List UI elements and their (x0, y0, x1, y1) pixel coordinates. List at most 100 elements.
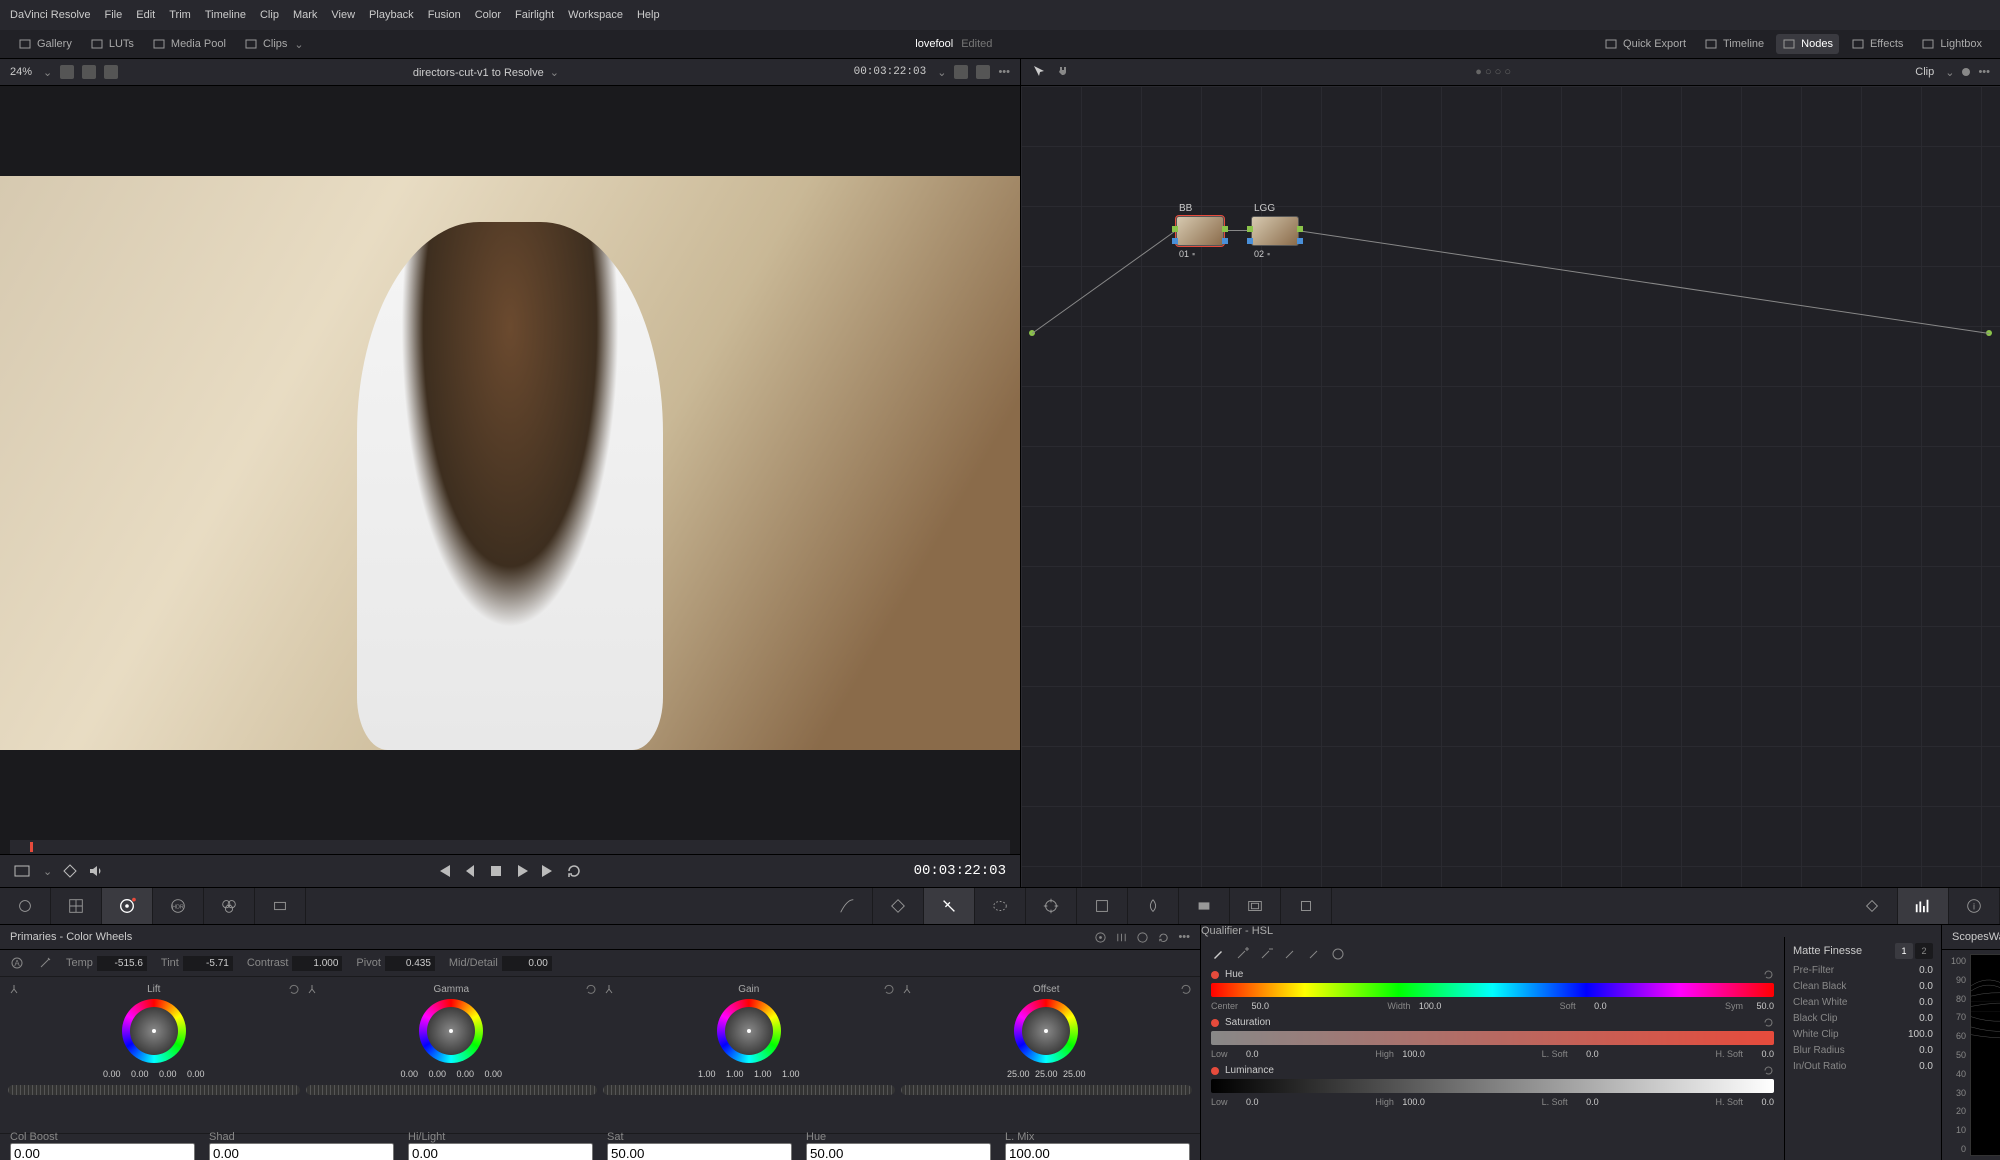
contrast-field[interactable]: Contrast (247, 956, 343, 971)
motion-effects-icon[interactable] (255, 888, 306, 924)
waveform-scope[interactable] (1970, 954, 2000, 1156)
play-button[interactable] (514, 863, 530, 879)
key-icon[interactable] (1179, 888, 1230, 924)
lmix-field[interactable]: L. Mix (1005, 1131, 1190, 1160)
wheels-mode-icon[interactable] (1094, 931, 1107, 944)
luts-button[interactable]: LUTs (84, 34, 140, 54)
curves-icon[interactable] (822, 888, 873, 924)
soft-field[interactable]: Soft0.0 (1560, 1001, 1607, 1011)
enable-toggle[interactable] (1211, 1067, 1219, 1075)
last-frame-button[interactable] (540, 863, 556, 879)
jog-wheel[interactable] (901, 1085, 1193, 1095)
clip-name[interactable]: directors-cut-v1 to Resolve (413, 67, 544, 79)
y-only-icon[interactable] (8, 983, 20, 995)
window-icon[interactable] (975, 888, 1026, 924)
viewer-timecode[interactable]: 00:03:22:03 (854, 66, 927, 78)
lift-wheel[interactable]: Lift0.000.000.000.00 (8, 983, 300, 1133)
menu-timeline[interactable]: Timeline (205, 9, 246, 21)
reset-icon[interactable] (585, 983, 597, 995)
offset-wheel[interactable]: Offset25.0025.0025.00 (901, 983, 1193, 1133)
3d-icon[interactable] (1281, 888, 1332, 924)
matte-tab-1[interactable]: 1 (1895, 943, 1913, 959)
viewer-options-icon[interactable]: ••• (998, 66, 1010, 78)
menu-fusion[interactable]: Fusion (428, 9, 461, 21)
menu-clip[interactable]: Clip (260, 9, 279, 21)
timeline-button[interactable]: Timeline (1698, 34, 1770, 54)
gamma-wheel[interactable]: Gamma0.000.000.000.00 (306, 983, 598, 1133)
picker-add-icon[interactable] (1235, 947, 1249, 961)
menu-color[interactable]: Color (475, 9, 501, 21)
saturation-range-strip[interactable] (1211, 1031, 1774, 1045)
menu-help[interactable]: Help (637, 9, 660, 21)
jog-wheel[interactable] (603, 1085, 895, 1095)
log-mode-icon[interactable] (1136, 931, 1149, 944)
scopes-icon[interactable] (1898, 888, 1949, 924)
reset-icon[interactable] (883, 983, 895, 995)
lsoft-field[interactable]: L. Soft0.0 (1542, 1097, 1599, 1107)
keyframe-icon[interactable] (1847, 888, 1898, 924)
image-wipe-icon[interactable] (60, 65, 74, 79)
reset-primaries-icon[interactable] (1157, 931, 1170, 944)
node-01[interactable]: BB01 ▪ (1176, 216, 1224, 246)
hsoft-field[interactable]: H. Soft0.0 (1715, 1097, 1774, 1107)
stop-button[interactable] (488, 863, 504, 879)
blur-icon[interactable] (1128, 888, 1179, 924)
pointer-icon[interactable] (1031, 64, 1047, 80)
node-graph[interactable]: BB01 ▪LGG02 ▪ (1021, 86, 2000, 887)
feather-add-icon[interactable] (1283, 947, 1297, 961)
menu-workspace[interactable]: Workspace (568, 9, 623, 21)
pick-white-icon[interactable] (38, 956, 52, 970)
cleanwhite-field[interactable]: Clean White0.0 (1793, 997, 1933, 1008)
tint-field[interactable]: Tint (161, 956, 233, 971)
whiteclip-field[interactable]: White Clip100.0 (1793, 1029, 1933, 1040)
tracker-icon[interactable] (1026, 888, 1077, 924)
camera-raw-icon[interactable] (0, 888, 51, 924)
inoutratio-field[interactable]: In/Out Ratio0.0 (1793, 1061, 1933, 1072)
picker-icon[interactable] (1211, 947, 1225, 961)
picker-sub-icon[interactable] (1259, 947, 1273, 961)
color-checker-icon[interactable] (51, 888, 102, 924)
shad-field[interactable]: Shad (209, 1131, 394, 1160)
enable-toggle[interactable] (1211, 1019, 1219, 1027)
sym-field[interactable]: Sym50.0 (1725, 1001, 1774, 1011)
menu-view[interactable]: View (331, 9, 355, 21)
hilight-field[interactable]: Hi/Light (408, 1131, 593, 1160)
magic-mask-icon[interactable] (1077, 888, 1128, 924)
sizing-icon[interactable] (1230, 888, 1281, 924)
mute-icon[interactable] (88, 863, 104, 879)
feather-sub-icon[interactable] (1307, 947, 1321, 961)
bars-mode-icon[interactable] (1115, 931, 1128, 944)
viewer[interactable] (0, 86, 1020, 840)
reset-icon[interactable] (1180, 983, 1192, 995)
menu-fairlight[interactable]: Fairlight (515, 9, 554, 21)
scope-type-dropdown[interactable]: Waveform (1989, 931, 2000, 944)
prev-frame-button[interactable] (462, 863, 478, 879)
center-field[interactable]: Center50.0 (1211, 1001, 1269, 1011)
middetail-field[interactable]: Mid/Detail (449, 956, 552, 971)
cleanblack-field[interactable]: Clean Black0.0 (1793, 981, 1933, 992)
node-options-icon[interactable]: ••• (1978, 66, 1990, 78)
loop-button[interactable] (566, 863, 582, 879)
y-only-icon[interactable] (603, 983, 615, 995)
y-only-icon[interactable] (306, 983, 318, 995)
info-icon[interactable]: i (1949, 888, 2000, 924)
node-mode-dropdown[interactable]: Clip (1915, 66, 1934, 78)
menu-edit[interactable]: Edit (136, 9, 155, 21)
unmix-icon[interactable] (62, 863, 78, 879)
jog-wheel[interactable] (306, 1085, 598, 1095)
nodes-button[interactable]: Nodes (1776, 34, 1839, 54)
first-frame-button[interactable] (436, 863, 452, 879)
prefilter-field[interactable]: Pre-Filter0.0 (1793, 965, 1933, 976)
menu-file[interactable]: File (105, 9, 123, 21)
primaries-options-icon[interactable]: ••• (1178, 931, 1190, 944)
pivot-field[interactable]: Pivot (356, 956, 434, 971)
media-pool-button[interactable]: Media Pool (146, 34, 232, 54)
matte-tab-2[interactable]: 2 (1915, 943, 1933, 959)
gallery-button[interactable]: Gallery (12, 34, 78, 54)
reset-icon[interactable] (1763, 1017, 1774, 1028)
lightbox-button[interactable]: Lightbox (1915, 34, 1988, 54)
highlight-icon[interactable] (104, 65, 118, 79)
zoom-dropdown[interactable]: 24% (10, 66, 32, 78)
hdr-wheels-icon[interactable]: HDR (153, 888, 204, 924)
menu-mark[interactable]: Mark (293, 9, 317, 21)
